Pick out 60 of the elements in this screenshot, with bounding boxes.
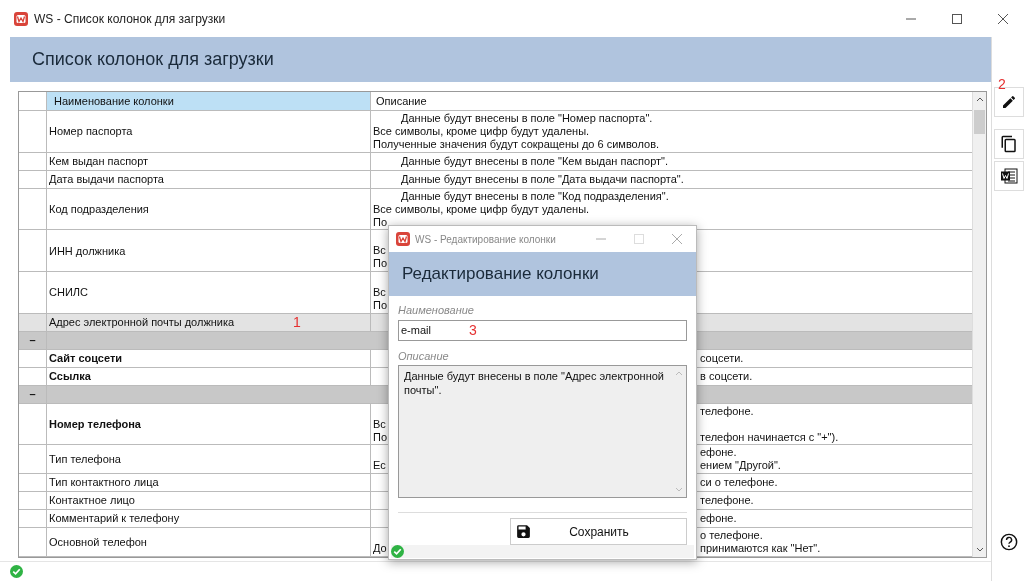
dialog-heading: Редактирование колонки	[402, 263, 599, 286]
save-button[interactable]: Сохранить	[510, 518, 687, 545]
description-text: ефоне.	[700, 446, 737, 459]
description-text: о телефоне.	[700, 529, 763, 542]
description-text: принимаются как "Нет".	[700, 542, 821, 555]
description-text: ением "Другой".	[700, 459, 781, 472]
description-text: Вс	[373, 285, 386, 298]
field-label: Наименование	[398, 303, 475, 318]
annotation-number: 3	[469, 322, 477, 337]
status-ok-icon	[10, 565, 23, 578]
annotation-number: 1	[293, 314, 301, 329]
description-text: По	[373, 430, 388, 443]
column-header[interactable]: Описание	[371, 92, 972, 110]
description-text: в соцсети.	[700, 369, 753, 382]
name-input-field[interactable]: e-mail 3	[398, 319, 687, 341]
page-heading: Список колонок для загрузки	[32, 48, 274, 71]
description-text: си о телефоне.	[700, 476, 778, 489]
collapse-toggle[interactable]: –	[19, 331, 47, 349]
help-icon[interactable]	[1000, 533, 1018, 551]
maximize-icon	[634, 234, 644, 244]
pencil-icon	[1001, 94, 1017, 110]
description-text: Все символы, кроме цифр будут удалены.	[373, 202, 590, 215]
scrollbar-thumb[interactable]	[974, 110, 985, 134]
field-label: Описание	[398, 348, 450, 364]
copy-button[interactable]	[994, 129, 1024, 159]
description-text: Вс	[373, 417, 386, 430]
close-icon	[672, 234, 682, 244]
dialog-title: WS - Редактирование колонки	[415, 232, 556, 247]
collapse-toggle[interactable]: –	[19, 385, 47, 403]
description-text: телефон начинается с "+").	[700, 430, 839, 443]
close-icon	[998, 13, 1008, 24]
description-text: Вс	[373, 244, 386, 257]
description-text: Данные будут внесены в поле "Кем выдан паспорт".	[401, 154, 668, 167]
window-title: WS - Список колонок для загрузки	[34, 10, 226, 28]
field-value: Данные будут внесены в поле "Адрес электронной почты".	[403, 369, 665, 398]
description-text: По	[373, 215, 388, 228]
edit-button[interactable]	[994, 87, 1024, 117]
description-text: Данные будут внесены в поле "Код подразделения".	[401, 189, 669, 202]
app-logo-icon	[14, 11, 28, 26]
description-text: телефоне.	[700, 404, 754, 417]
field-value: e-mail	[401, 322, 431, 338]
description-text: Ес	[373, 459, 386, 472]
description-text: соцсети.	[700, 351, 744, 364]
description-text: По	[373, 298, 388, 311]
description-text: Данные будут внесены в поле "Дата выдачи паспорта".	[401, 172, 684, 185]
annotation-number: 2	[998, 77, 1006, 91]
column-header[interactable]: Наименование колонки	[47, 92, 371, 110]
maximize-icon	[952, 13, 962, 24]
copy-icon	[1000, 135, 1018, 153]
scrollbar[interactable]	[972, 92, 986, 557]
description-text: Все символы, кроме цифр будут удалены.	[373, 124, 590, 137]
app-logo-icon	[396, 232, 410, 246]
description-text: По	[373, 257, 388, 270]
export-button[interactable]	[994, 161, 1024, 191]
description-text: ефоне.	[700, 512, 737, 525]
description-text: Данные будут внесены в поле "Номер паспорта".	[401, 111, 653, 124]
description-text: До	[373, 542, 387, 555]
description-text: телефоне.	[700, 494, 754, 507]
description-text: Полученные значения будут сокращены до 6 символов.	[373, 137, 660, 150]
document-icon	[1000, 168, 1018, 184]
